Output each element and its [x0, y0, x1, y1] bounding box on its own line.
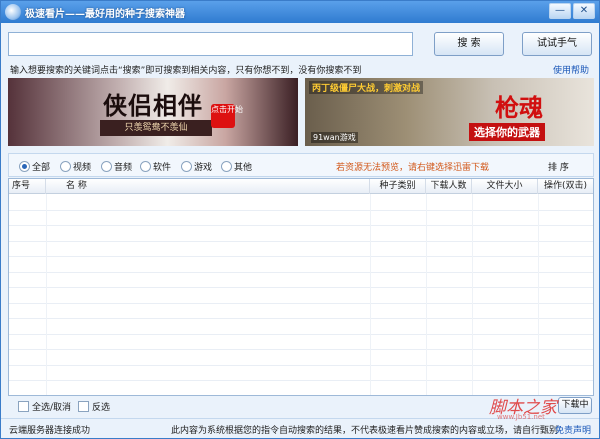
search-hint: 输入想要搜索的关键词点击“搜索”即可搜索到相关内容，只有你想不到，没有你搜索不到 [10, 66, 362, 76]
column-divider [426, 194, 427, 395]
column-header-name[interactable]: 名 称 [46, 179, 370, 194]
radio-button[interactable] [19, 161, 30, 172]
filter-other[interactable]: 其他 [221, 160, 252, 173]
table-row-divider [9, 240, 593, 242]
column-header-action[interactable]: 操作(双击) [538, 179, 593, 194]
column-header-category[interactable]: 种子类别 [370, 179, 426, 194]
help-link[interactable]: 使用帮助 [553, 63, 589, 76]
table-row-divider [9, 302, 593, 304]
table-row-divider [9, 318, 593, 319]
connection-status: 云端服务器连接成功 [9, 426, 91, 436]
table-row-divider [9, 271, 593, 273]
search-button[interactable]: 搜 索 [434, 32, 504, 56]
close-button[interactable]: ✕ [573, 3, 595, 19]
banner-right-title: 枪魂 [495, 93, 543, 122]
column-divider [538, 194, 539, 395]
app-logo-icon [5, 4, 21, 20]
filter-label: 视频 [73, 163, 92, 173]
invert-selection-toggle[interactable]: 反选 [78, 400, 110, 413]
filter-label: 游戏 [194, 163, 213, 173]
radio-button[interactable] [101, 161, 112, 172]
filter-label: 音频 [114, 163, 133, 173]
radio-button[interactable] [60, 161, 71, 172]
invert-label: 反选 [92, 403, 111, 413]
watermark-url: www.Jb51.net [497, 413, 545, 421]
column-divider [472, 194, 473, 395]
select-all-label: 全选/取消 [32, 403, 72, 413]
table-row-divider [9, 349, 593, 350]
invert-checkbox[interactable] [78, 401, 89, 412]
preview-tip: 若资源无法预览，请右键选择迅雷下载 [336, 163, 490, 173]
column-header-size[interactable]: 文件大小 [472, 179, 538, 194]
radio-button[interactable] [221, 161, 232, 172]
table-row-divider [9, 364, 593, 366]
column-divider [370, 194, 371, 395]
column-divider [46, 194, 47, 395]
banner-right-slogan: 选择你的武器 [469, 123, 545, 141]
try-luck-button[interactable]: 试试手气 [522, 32, 592, 56]
filter-label: 其他 [234, 163, 253, 173]
disclaimer-text: 此内容为系统根据您的指令自动搜索的结果，不代表极速看片赞成搜索的内容或立场，请自… [171, 426, 559, 436]
filter-software[interactable]: 软件 [140, 160, 171, 173]
banner-right-logo: 91wan游戏 [311, 132, 358, 143]
results-table[interactable]: 序号 名 称 种子类别 下载人数 文件大小 操作(双击) [8, 178, 594, 396]
table-row-divider [9, 256, 593, 257]
table-header: 序号 名 称 种子类别 下载人数 文件大小 操作(双击) [9, 179, 593, 194]
radio-button[interactable] [181, 161, 192, 172]
title-bar[interactable]: 极速看片——最好用的种子搜索神器 — ✕ [1, 1, 599, 23]
download-button[interactable]: 下载中 [558, 397, 592, 414]
ad-banner-left[interactable]: 侠侣相伴 只羡鸳鸯不羡仙 点击开始 [8, 78, 298, 146]
table-row-divider [9, 209, 593, 211]
radio-button[interactable] [140, 161, 151, 172]
ad-banner-right[interactable]: 丙丁级僵尸大战，刺激对战 枪魂 选择你的武器 91wan游戏 [305, 78, 594, 146]
filter-audio[interactable]: 音频 [101, 160, 132, 173]
status-bar: 云端服务器连接成功 此内容为系统根据您的指令自动搜索的结果，不代表极速看片赞成搜… [1, 418, 599, 438]
column-header-index[interactable]: 序号 [9, 179, 46, 194]
filter-all[interactable]: 全部 [19, 160, 50, 173]
filter-video[interactable]: 视频 [60, 160, 91, 173]
table-row-divider [9, 333, 593, 335]
filter-games[interactable]: 游戏 [181, 160, 212, 173]
app-window: 极速看片——最好用的种子搜索神器 — ✕ 搜 索 试试手气 输入想要搜索的关键词… [0, 0, 600, 439]
banner-left-subtitle: 只羡鸳鸯不羡仙 [100, 120, 212, 136]
search-input[interactable] [8, 32, 413, 56]
column-header-downloads[interactable]: 下载人数 [426, 179, 472, 194]
banner-right-top-text: 丙丁级僵尸大战，刺激对战 [309, 81, 424, 94]
table-row-divider [9, 380, 593, 381]
filter-label: 软件 [153, 163, 172, 173]
minimize-button[interactable]: — [549, 3, 571, 19]
banner-left-start-badge: 点击开始 [211, 104, 243, 128]
table-row-divider [9, 225, 593, 226]
window-title: 极速看片——最好用的种子搜索神器 [25, 9, 185, 20]
select-all-checkbox[interactable] [18, 401, 29, 412]
category-filter-bar: 全部 视频 音频 软件 游戏 其他 若资源无法预览，请右键选择迅雷下载 排 序 [8, 153, 594, 177]
sort-button[interactable]: 排 序 [548, 160, 569, 173]
disclaimer-link[interactable]: 免责声明 [555, 423, 591, 436]
select-all-toggle[interactable]: 全选/取消 [18, 400, 71, 413]
table-row-divider [9, 287, 593, 288]
banner-left-title: 侠侣相伴 [103, 91, 203, 120]
filter-label: 全部 [32, 163, 51, 173]
